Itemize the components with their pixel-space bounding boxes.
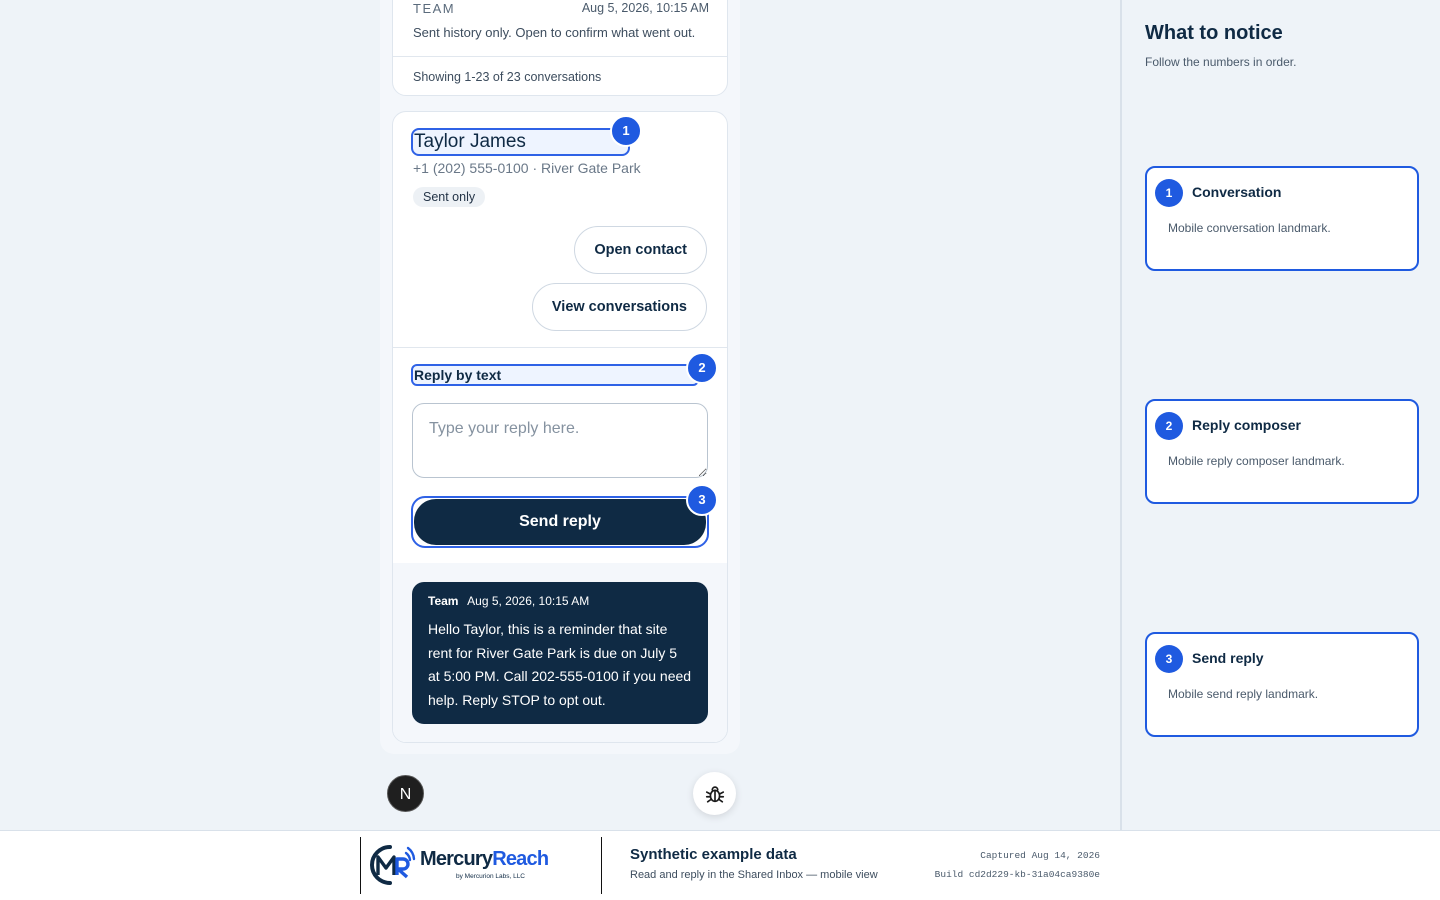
message-text: Hello Taylor, this is a reminder that si… xyxy=(428,621,692,708)
list-item-preview[interactable]: Sent history only. Open to confirm what … xyxy=(413,25,695,40)
panel-subtitle: Follow the numbers in order. xyxy=(1145,55,1297,69)
message-author: Team xyxy=(428,594,459,608)
notice-panel: What to notice Follow the numbers in ord… xyxy=(1120,0,1440,830)
reply-textarea[interactable] xyxy=(412,403,708,478)
note-number: 1 xyxy=(1155,179,1183,207)
note-body: Mobile send reply landmark. xyxy=(1168,687,1319,701)
note-card-reply-composer: 2 Reply composer Mobile reply composer l… xyxy=(1145,399,1419,504)
build-id: Build cd2d229-kb-31a04ca9380e xyxy=(934,869,1100,880)
nextjs-icon[interactable]: N xyxy=(387,775,424,812)
footer-divider xyxy=(601,837,602,894)
send-reply-highlight: Send reply xyxy=(411,496,709,548)
mercuryreach-logo-icon xyxy=(368,841,416,894)
capture-date: Captured Aug 14, 2026 xyxy=(980,850,1100,861)
note-number: 3 xyxy=(1155,645,1183,673)
note-title: Send reply xyxy=(1192,650,1264,666)
message-header: Team Aug 5, 2026, 10:15 AM xyxy=(428,594,692,608)
view-conversations-button[interactable]: View conversations xyxy=(531,283,707,331)
list-item-sender: TEAM xyxy=(413,1,456,16)
conversation-count: Showing 1-23 of 23 conversations xyxy=(413,70,602,84)
send-reply-button[interactable]: Send reply xyxy=(414,499,706,545)
note-card-conversation: 1 Conversation Mobile conversation landm… xyxy=(1145,166,1419,271)
step-marker-1: 1 xyxy=(610,115,642,147)
conversation-card: Taylor James +1 (202) 555-0100 · River G… xyxy=(392,111,728,743)
message-timestamp: Aug 5, 2026, 10:15 AM xyxy=(467,594,590,608)
note-number: 2 xyxy=(1155,412,1183,440)
conversation-list-card: TEAM Aug 5, 2026, 10:15 AM Sent history … xyxy=(392,0,728,96)
message-thread: Team Aug 5, 2026, 10:15 AM Hello Taylor,… xyxy=(393,563,727,742)
open-contact-button[interactable]: Open contact xyxy=(574,226,707,274)
note-title: Reply composer xyxy=(1192,417,1301,433)
divider xyxy=(393,56,727,57)
brand-name: MercuryReach xyxy=(420,848,549,870)
note-card-send-reply: 3 Send reply Mobile send reply landmark. xyxy=(1145,632,1419,737)
note-body: Mobile reply composer landmark. xyxy=(1168,454,1345,468)
bug-icon[interactable] xyxy=(693,772,736,815)
note-body: Mobile conversation landmark. xyxy=(1168,221,1331,235)
note-title: Conversation xyxy=(1192,184,1282,200)
panel-title: What to notice xyxy=(1145,22,1283,44)
contact-details: +1 (202) 555-0100 · River Gate Park xyxy=(413,160,641,176)
step-marker-2: 2 xyxy=(686,352,718,384)
reply-composer-label: Reply by text xyxy=(411,364,699,386)
brand-subtitle: by Mercurion Labs, LLC xyxy=(456,873,526,880)
message-bubble: Team Aug 5, 2026, 10:15 AM Hello Taylor,… xyxy=(412,582,708,724)
footer: MercuryReach by Mercurion Labs, LLC Synt… xyxy=(0,830,1440,900)
contact-name-heading: Taylor James xyxy=(411,128,630,156)
step-marker-3: 3 xyxy=(686,484,718,516)
footer-title: Synthetic example data xyxy=(630,846,797,863)
footer-divider xyxy=(360,837,361,894)
status-badge: Sent only xyxy=(413,187,486,207)
divider xyxy=(393,347,727,348)
list-item-timestamp: Aug 5, 2026, 10:15 AM xyxy=(581,1,709,15)
footer-subtitle: Read and reply in the Shared Inbox — mob… xyxy=(630,869,878,881)
